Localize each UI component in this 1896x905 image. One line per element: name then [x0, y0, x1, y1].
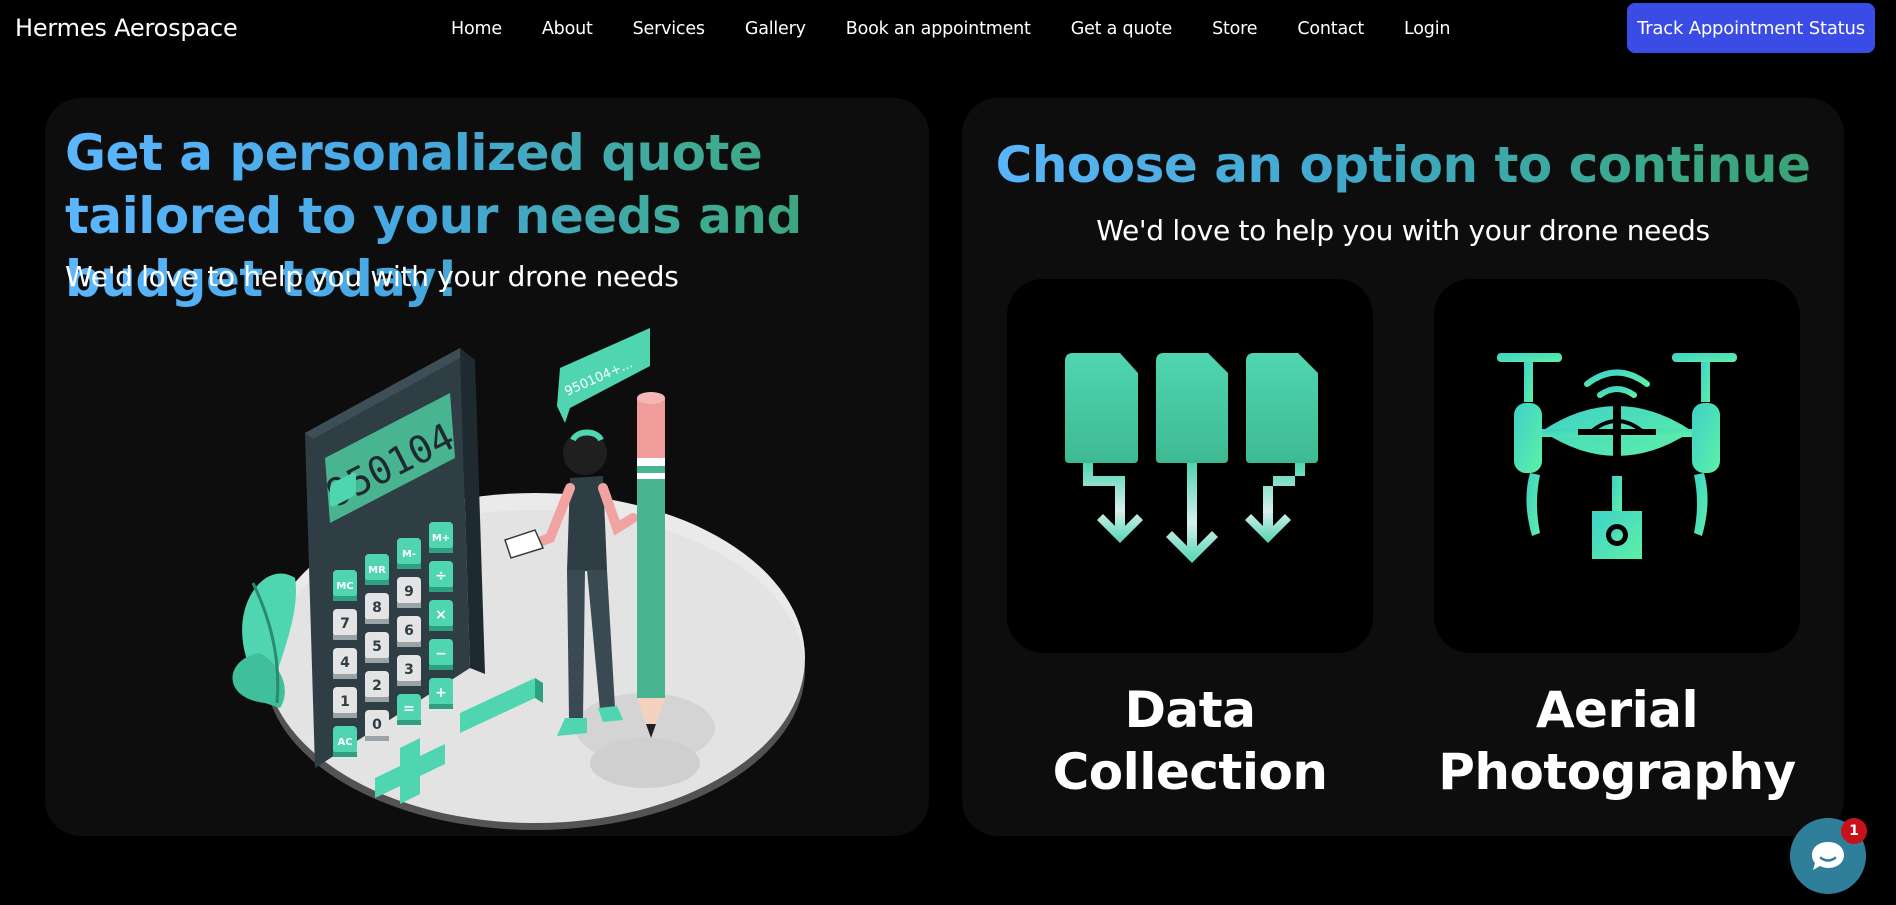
calculator-key-label: M- [402, 549, 416, 560]
calculator-key-label: 2 [372, 678, 382, 694]
calculator-key-label: MR [368, 565, 386, 576]
nav-menu: Home About Services Gallery Book an appo… [451, 19, 1450, 39]
nav-gallery[interactable]: Gallery [745, 19, 806, 39]
calculator-key: 4 [333, 648, 357, 679]
calculator-key-label: M+ [432, 533, 450, 544]
data-collection-icon [1065, 353, 1318, 563]
calculator-key-label: MC [336, 581, 353, 592]
calculator-key: 0 [365, 710, 389, 741]
calculator-key-label: ÷ [435, 568, 447, 584]
calculator-key: = [397, 694, 421, 725]
chat-bubble-icon [1812, 842, 1844, 870]
nav-store[interactable]: Store [1212, 19, 1257, 39]
calculator-key: 5 [365, 632, 389, 663]
drone-camera-icon [1497, 353, 1737, 559]
nav-get-quote[interactable]: Get a quote [1071, 19, 1173, 39]
top-navbar: Hermes Aerospace Home About Services Gal… [0, 0, 1896, 60]
calculator-key-label: 5 [372, 639, 382, 655]
calculator-key-label: 9 [404, 584, 414, 600]
option-aerial-photography[interactable]: Aerial Photography [1434, 279, 1800, 803]
calculator-key: ÷ [429, 561, 453, 592]
calculator-key-label: × [435, 607, 447, 623]
calculator-key-label: 1 [340, 694, 350, 710]
calculator-key-label: 6 [404, 623, 414, 639]
calculator-key-label: 8 [372, 600, 382, 616]
calculator-key: 3 [397, 655, 421, 686]
calculator-key-label: 7 [340, 616, 350, 632]
calculator-key: AC [333, 726, 357, 757]
option-data-collection-icon-box[interactable] [1007, 279, 1373, 653]
nav-about[interactable]: About [542, 19, 593, 39]
option-aerial-photography-icon-box[interactable] [1434, 279, 1800, 653]
calculator-key: M- [397, 538, 421, 569]
brand-logo[interactable]: Hermes Aerospace [15, 14, 238, 42]
calculator-key: 1 [333, 687, 357, 718]
options-title: Choose an option to continue [962, 136, 1844, 194]
option-data-collection[interactable]: Data Collection [1007, 279, 1373, 803]
calculator-key: × [429, 600, 453, 631]
quote-panel: Get a personalized quote tailored to you… [45, 98, 929, 836]
nav-login[interactable]: Login [1404, 19, 1450, 39]
nav-contact[interactable]: Contact [1297, 19, 1364, 39]
calculator-key-label: 3 [404, 662, 414, 678]
calculator-key: + [429, 678, 453, 709]
nav-services[interactable]: Services [633, 19, 705, 39]
calculator-key-label: − [435, 646, 447, 662]
track-appointment-button[interactable]: Track Appointment Status [1627, 3, 1875, 53]
calculator-key: MC [333, 570, 357, 601]
options-panel: Choose an option to continue We'd love t… [962, 98, 1844, 836]
nav-book-appointment[interactable]: Book an appointment [846, 19, 1031, 39]
calculator-key: − [429, 639, 453, 670]
calculator-key: 8 [365, 593, 389, 624]
calculator-key: 9 [397, 577, 421, 608]
calculator-key-label: = [403, 701, 415, 717]
calculator-key: MR [365, 554, 389, 585]
nav-home[interactable]: Home [451, 19, 502, 39]
calculator-key-label: 0 [372, 717, 382, 733]
quote-subtitle: We'd love to help you with your drone ne… [65, 260, 679, 293]
calculator-key-label: AC [337, 737, 352, 748]
calculator-key-label: + [435, 685, 447, 701]
chat-notification-badge: 1 [1841, 818, 1867, 844]
calculator-key: 6 [397, 616, 421, 647]
calculator-key: 7 [333, 609, 357, 640]
calculator-illustration: 950104 MCMRM-M+789÷456×123−AC0=+ 950104+… [232, 328, 805, 830]
calculator-key: M+ [429, 522, 453, 553]
calculator-key-label: 4 [340, 655, 350, 671]
option-aerial-photography-label[interactable]: Aerial Photography [1434, 679, 1800, 803]
option-data-collection-label[interactable]: Data Collection [1007, 679, 1373, 803]
calculator-key: 2 [365, 671, 389, 702]
options-subtitle: We'd love to help you with your drone ne… [1096, 214, 1710, 247]
